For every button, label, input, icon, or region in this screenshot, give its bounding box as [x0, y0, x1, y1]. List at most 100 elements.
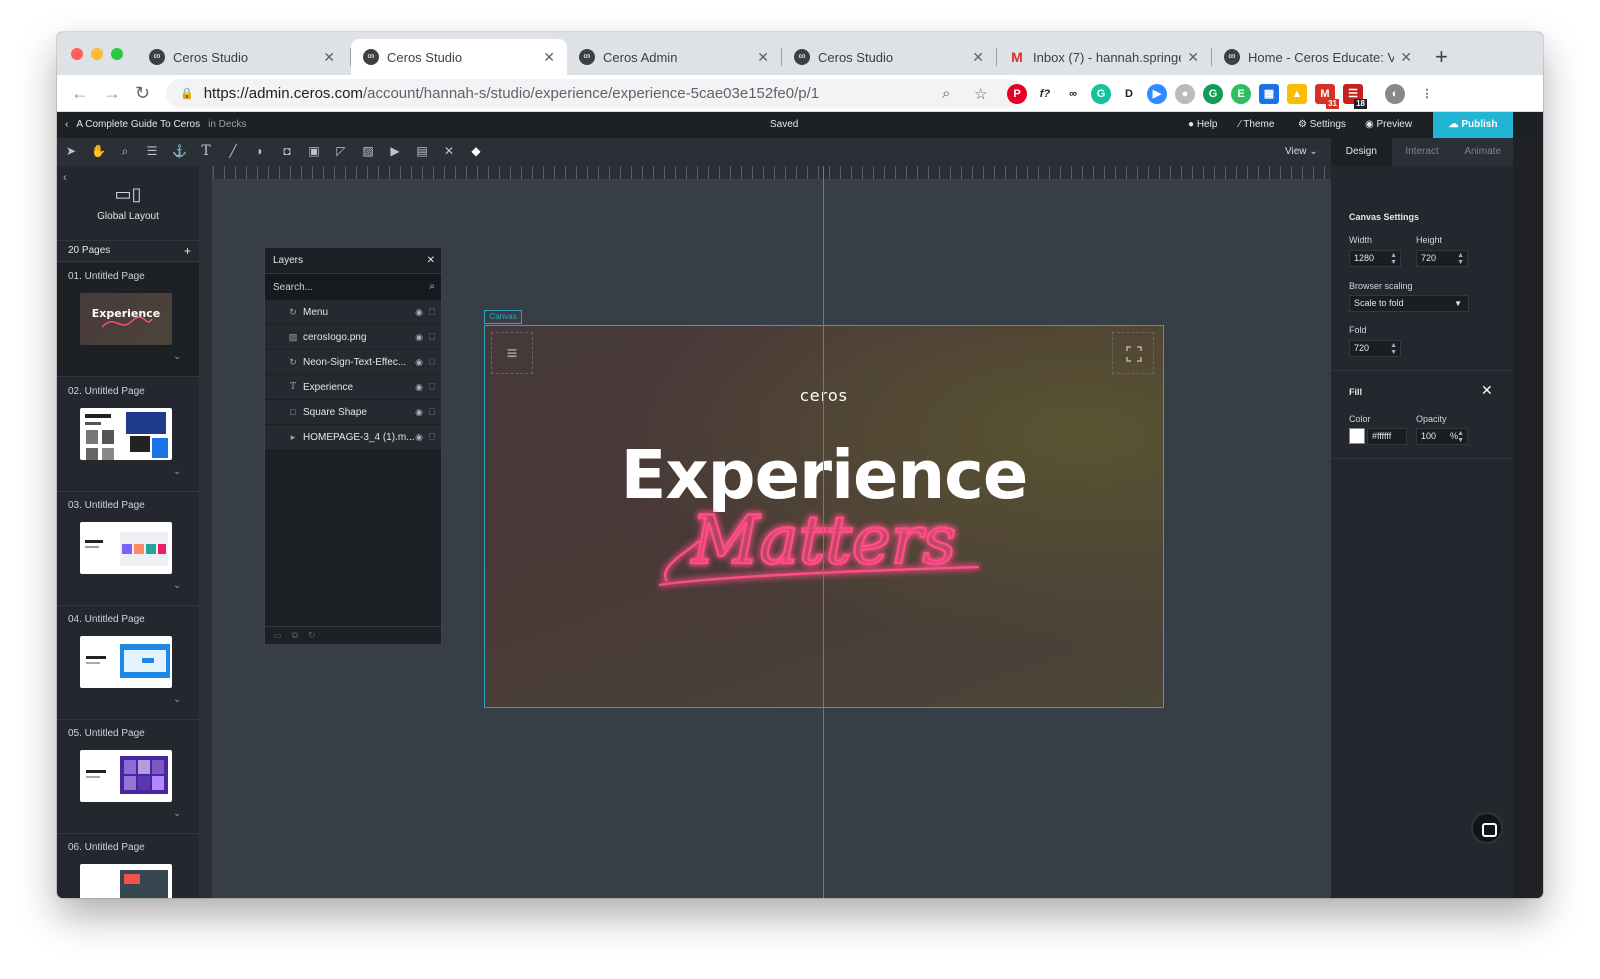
page-item[interactable]: 06. Untitled Page [57, 834, 199, 898]
lock-icon[interactable] [429, 333, 435, 340]
global-layout-button[interactable]: ▭▯ Global Layout [57, 184, 199, 222]
minimize-window-button[interactable] [91, 48, 103, 60]
svg-tool-icon[interactable]: ◘ [280, 144, 294, 158]
image-tool-icon[interactable]: ▨ [361, 144, 375, 158]
calendar-extension-icon[interactable]: ▦ [1259, 84, 1279, 104]
theme-button[interactable]: ⁄ Theme [1239, 119, 1274, 130]
close-tab-icon[interactable]: ✕ [757, 49, 769, 66]
chevron-down-icon[interactable]: ⌄ [173, 466, 181, 477]
anchor-icon[interactable]: ⚓ [172, 144, 187, 158]
chat-support-icon[interactable] [1471, 812, 1503, 844]
close-tab-icon[interactable]: ✕ [972, 49, 984, 66]
opacity-field[interactable]: 100% ▲ ▼ [1416, 428, 1468, 445]
text-tool-icon[interactable]: T [199, 144, 213, 158]
eye-icon[interactable]: ◉ [415, 382, 423, 393]
browser-tab[interactable]: ∞ Ceros Studio ✕ [137, 39, 347, 75]
eye-icon[interactable]: ◉ [415, 357, 423, 368]
chevron-down-icon[interactable]: ⌄ [173, 351, 181, 362]
tab-interact[interactable]: Interact [1392, 138, 1453, 166]
pinterest-icon[interactable]: P [1007, 84, 1027, 104]
page-item[interactable]: 05. Untitled Page ⌄ [57, 720, 199, 834]
stepper-icon[interactable]: ▲ ▼ [1457, 252, 1464, 266]
close-tab-icon[interactable]: ✕ [1187, 49, 1199, 66]
color-swatch[interactable] [1349, 428, 1365, 444]
back-chevron-icon[interactable]: ‹ [65, 119, 68, 130]
preview-button[interactable]: ◉ Preview [1365, 119, 1412, 130]
close-tab-icon[interactable]: ✕ [1400, 49, 1412, 66]
lock-icon[interactable] [429, 358, 435, 365]
view-dropdown[interactable]: View ⌄ [1285, 146, 1318, 157]
layers-search-input[interactable]: Search... ⌕ [265, 274, 441, 300]
stepper-icon[interactable]: ▲ ▼ [1457, 430, 1464, 444]
tab-design[interactable]: Design [1331, 138, 1392, 166]
reload-icon[interactable]: ↻ [135, 83, 150, 104]
line-tool-icon[interactable]: ╱ [226, 144, 240, 158]
bookmark-star-icon[interactable]: ☆ [974, 85, 987, 103]
browser-tab[interactable]: ∞ Ceros Studio ✕ [782, 39, 996, 75]
close-window-button[interactable] [71, 48, 83, 60]
evernote-icon[interactable]: E [1231, 84, 1251, 104]
green-extension-icon[interactable]: G [1203, 84, 1223, 104]
close-tab-icon[interactable]: ✕ [543, 49, 555, 66]
todo-extension-icon[interactable]: ☰ 18 [1343, 84, 1367, 109]
document-location[interactable]: in Decks [208, 119, 246, 130]
grammarly-icon[interactable]: G [1091, 84, 1111, 104]
layer-item[interactable]: T Experience ◉ [265, 375, 441, 400]
collapse-chevron-icon[interactable]: ‹ [63, 170, 67, 184]
height-field[interactable]: 720 ▲ ▼ [1416, 250, 1468, 267]
hamburger-menu-icon[interactable]: ≡ [491, 332, 533, 374]
browser-scaling-select[interactable]: Scale to fold ▼ [1349, 295, 1469, 312]
close-icon[interactable]: ✕ [427, 255, 435, 266]
select-arrow-icon[interactable]: ➤ [64, 144, 78, 158]
eye-icon[interactable]: ◉ [415, 307, 423, 318]
shape-tool-icon[interactable]: ◗ [253, 144, 267, 158]
color-hex-field[interactable]: #ffffff [1367, 428, 1407, 445]
document-title[interactable]: A Complete Guide To Ceros [76, 119, 200, 130]
embed-tool-icon[interactable]: ▤ [415, 144, 429, 158]
layer-item[interactable]: ▨ cerosIogo.png ◉ [265, 325, 441, 350]
fullscreen-icon[interactable] [1112, 332, 1154, 374]
font-finder-icon[interactable]: f? [1035, 84, 1055, 104]
lock-icon[interactable] [429, 408, 435, 415]
page-item[interactable]: 04. Untitled Page ⌄ [57, 606, 199, 720]
publish-button[interactable]: ☁ Publish [1433, 112, 1513, 138]
lock-icon[interactable] [429, 383, 435, 390]
zoom-window-button[interactable] [111, 48, 123, 60]
layer-item[interactable]: ↻ Neon-Sign-Text-Effec... ◉ [265, 350, 441, 375]
ceros-logo[interactable]: ceros [485, 386, 1163, 405]
help-button[interactable]: ● Help [1188, 119, 1217, 130]
chevron-down-icon[interactable]: ⌄ [173, 808, 181, 819]
drive-icon[interactable]: ▲ [1287, 84, 1307, 104]
layer-item[interactable]: ▸ HOMEPAGE-3_4 (1).m... ◉ [265, 425, 441, 450]
lock-icon[interactable] [429, 433, 435, 440]
sync-icon[interactable]: ↻ [308, 630, 316, 641]
browser-menu-icon[interactable]: ⋮ [1417, 84, 1437, 104]
profile-avatar[interactable]: ◐ [1385, 84, 1405, 104]
chevron-down-icon[interactable]: ⌄ [173, 694, 181, 705]
browser-tab-active[interactable]: ∞ Ceros Studio ✕ [351, 39, 567, 75]
page-item[interactable]: 01. Untitled Page Experience ⌄ [57, 263, 199, 377]
slicer-tool-icon[interactable]: ◸ [334, 144, 348, 158]
chevron-down-icon[interactable]: ⌄ [173, 580, 181, 591]
crosshair-tool-icon[interactable]: ✕ [442, 144, 456, 158]
zoom-extension-icon[interactable]: ▶ [1147, 84, 1167, 104]
center-guide-line[interactable] [823, 166, 824, 898]
design-canvas[interactable]: ≡ ceros Experience Matters [484, 325, 1164, 708]
gray-extension-icon[interactable]: ● [1175, 84, 1195, 104]
width-field[interactable]: 1280 ▲ ▼ [1349, 250, 1401, 267]
add-page-icon[interactable]: + [184, 241, 191, 261]
back-icon[interactable]: ← [71, 83, 89, 104]
browser-tab[interactable]: M Inbox (7) - hannah.springe ✕ [997, 39, 1211, 75]
forward-icon[interactable]: → [103, 83, 121, 104]
close-tab-icon[interactable]: ✕ [323, 49, 335, 66]
lock-icon[interactable] [429, 308, 435, 315]
hand-icon[interactable]: ✋ [91, 144, 106, 158]
zoom-tool-icon[interactable]: ⌕ [118, 144, 132, 158]
settings-button[interactable]: ⚙ Settings [1298, 119, 1346, 130]
vertical-ruler[interactable] [199, 166, 213, 898]
browser-tab[interactable]: ∞ Ceros Admin ✕ [567, 39, 781, 75]
layer-item[interactable]: ↻ Menu ◉ [265, 300, 441, 325]
page-item[interactable]: 03. Untitled Page ⌄ [57, 492, 199, 606]
neon-sign-matters[interactable]: Matters [649, 501, 989, 591]
eye-icon[interactable]: ◉ [415, 332, 423, 343]
